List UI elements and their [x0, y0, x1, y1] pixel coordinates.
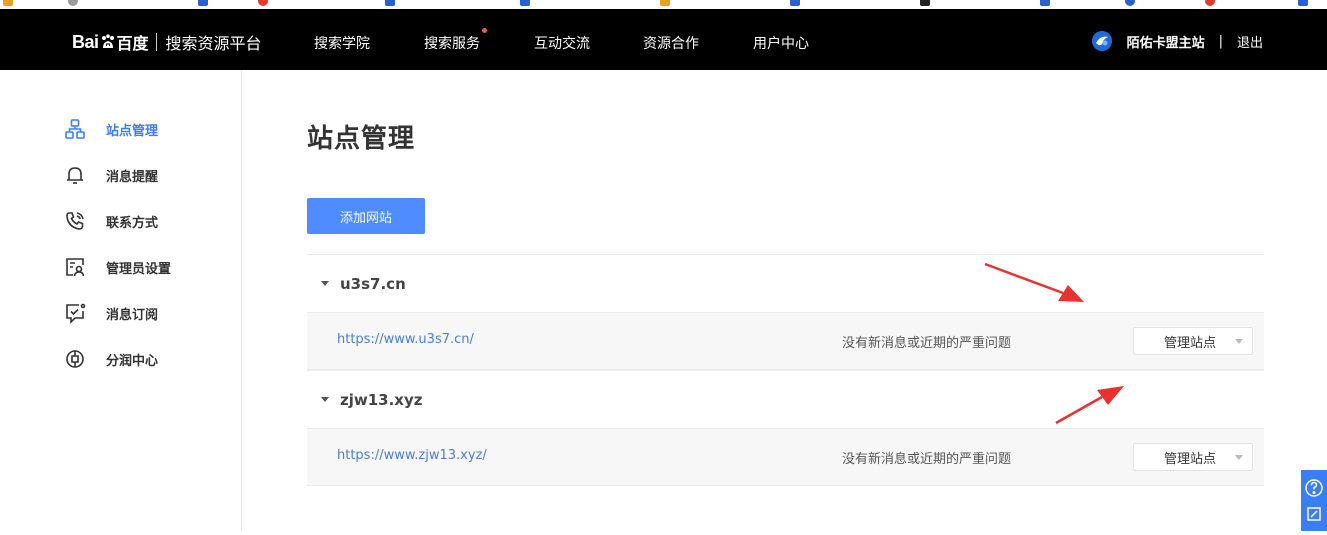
- sidebar-item-revenue-share[interactable]: 分润中心: [64, 348, 158, 370]
- bookmark-icon[interactable]: [3, 0, 13, 6]
- nav-item-user-center[interactable]: 用户中心: [753, 33, 809, 53]
- avatar[interactable]: [1091, 31, 1112, 51]
- baidu-logo[interactable]: Bai 百度 搜索资源平台: [72, 31, 262, 54]
- manage-site-label: 管理站点: [1164, 451, 1217, 467]
- user-area: 陌佑卡盟主站 | 退出: [1091, 31, 1263, 51]
- notification-dot: [482, 28, 487, 33]
- site-group-header[interactable]: u3s7.cn: [307, 254, 1264, 312]
- sidebar-item-label: 联系方式: [106, 215, 159, 231]
- bookmark-icon[interactable]: [790, 0, 800, 6]
- add-site-button[interactable]: 添加网站: [307, 198, 425, 234]
- group-domain: u3s7.cn: [340, 274, 406, 293]
- help-icon[interactable]: [1305, 479, 1323, 497]
- site-list: u3s7.cn https://www.u3s7.cn/ 没有新消息或近期的严重…: [307, 254, 1264, 486]
- logout-link[interactable]: 退出: [1237, 32, 1263, 51]
- site-group-header[interactable]: zjw13.xyz: [307, 370, 1264, 428]
- caret-down-icon: [321, 397, 329, 402]
- floating-help-widget: [1301, 470, 1327, 531]
- site-status: 没有新消息或近期的严重问题: [842, 452, 1012, 467]
- manage-site-label: 管理站点: [1164, 335, 1217, 351]
- site-row: https://www.u3s7.cn/ 没有新消息或近期的严重问题 管理站点: [307, 312, 1264, 370]
- share-icon: [64, 348, 86, 370]
- sidebar-item-label: 消息提醒: [106, 169, 159, 185]
- sitemap-icon: [64, 118, 86, 140]
- top-nav-bar: Bai 百度 搜索资源平台 搜索学院 搜索服务 互动交流 资源合作 用户中心 陌…: [0, 9, 1327, 70]
- sidebar-item-label: 消息订阅: [106, 307, 159, 323]
- nav-item-academy[interactable]: 搜索学院: [314, 33, 370, 53]
- bookmark-icon[interactable]: [68, 0, 78, 6]
- paw-icon: [100, 34, 116, 50]
- bookmark-icon[interactable]: [520, 0, 530, 6]
- username[interactable]: 陌佑卡盟主站: [1127, 32, 1205, 51]
- sidebar-item-label: 站点管理: [106, 123, 159, 139]
- logo-baidu-cn: 百度: [116, 34, 149, 53]
- bookmark-icon[interactable]: [385, 0, 395, 6]
- sidebar-item-label: 管理员设置: [106, 261, 172, 277]
- feedback-icon[interactable]: [1307, 507, 1321, 521]
- caret-down-icon: [321, 281, 329, 286]
- phone-icon: [64, 210, 86, 232]
- nav-item-community[interactable]: 互动交流: [534, 33, 590, 53]
- bookmark-icon[interactable]: [1298, 0, 1308, 6]
- sidebar: 站点管理 消息提醒 联系方式 管理员设置 消息订阅 分润中心: [0, 70, 242, 531]
- site-url-link[interactable]: https://www.zjw13.xyz/: [337, 448, 487, 463]
- nav-item-cooperation[interactable]: 资源合作: [643, 33, 699, 53]
- bookmark-icon[interactable]: [660, 0, 670, 6]
- nav-item-service[interactable]: 搜索服务: [424, 33, 480, 53]
- sidebar-item-admin-settings[interactable]: 管理员设置: [64, 256, 171, 278]
- user-divider: |: [1218, 33, 1223, 49]
- bookmarks-bar: [0, 0, 1327, 9]
- bookmark-icon[interactable]: [1205, 0, 1215, 6]
- bookmark-icon[interactable]: [920, 0, 930, 6]
- bookmark-icon[interactable]: [258, 0, 268, 6]
- site-row: https://www.zjw13.xyz/ 没有新消息或近期的严重问题 管理站…: [307, 428, 1264, 486]
- sidebar-item-label: 分润中心: [106, 353, 159, 369]
- chevron-down-icon: [1235, 455, 1243, 460]
- subscribe-icon: [64, 302, 86, 324]
- bell-icon: [64, 164, 86, 186]
- bookmark-icon[interactable]: [198, 0, 208, 6]
- site-status: 没有新消息或近期的严重问题: [842, 336, 1012, 351]
- site-url-link[interactable]: https://www.u3s7.cn/: [337, 332, 474, 347]
- bookmark-icon[interactable]: [1040, 0, 1050, 6]
- manage-site-dropdown[interactable]: 管理站点: [1133, 327, 1253, 355]
- sidebar-item-notifications[interactable]: 消息提醒: [64, 164, 158, 186]
- logo-divider: [155, 33, 157, 51]
- manage-site-dropdown[interactable]: 管理站点: [1133, 443, 1253, 471]
- chevron-down-icon: [1235, 339, 1243, 344]
- sidebar-item-contact[interactable]: 联系方式: [64, 210, 158, 232]
- platform-name: 搜索资源平台: [165, 34, 262, 53]
- logo-bai-text: Bai: [72, 31, 99, 52]
- bookmark-icon[interactable]: [1125, 0, 1135, 6]
- group-domain: zjw13.xyz: [340, 390, 423, 409]
- page-title: 站点管理: [307, 124, 416, 154]
- sidebar-item-site-management[interactable]: 站点管理: [64, 118, 158, 140]
- sidebar-item-subscriptions[interactable]: 消息订阅: [64, 302, 158, 324]
- admin-icon: [64, 256, 86, 278]
